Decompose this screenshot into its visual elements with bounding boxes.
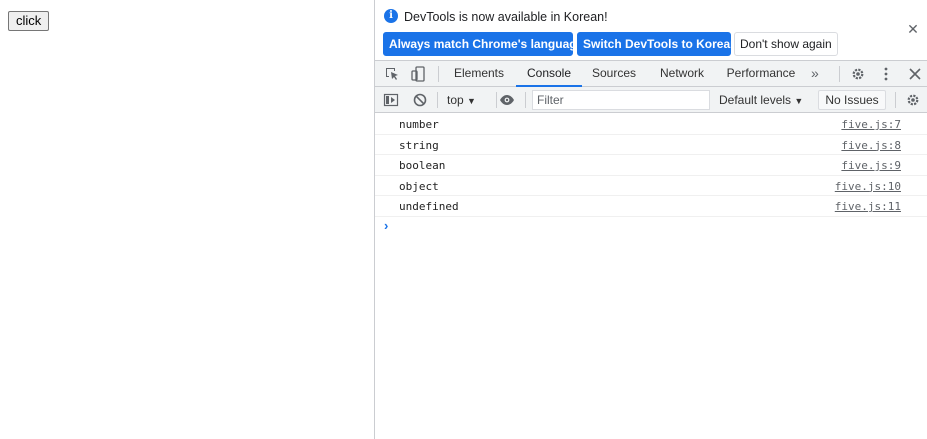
log-levels-dropdown[interactable]: Default levels ▼ [719, 91, 803, 109]
console-message: boolean five.js:9 [375, 155, 927, 176]
close-icon[interactable]: ✕ [907, 22, 919, 36]
issues-button[interactable]: No Issues [818, 90, 886, 110]
devtools-panel: i DevTools is now available in Korean! ✕… [374, 0, 927, 439]
filter-input[interactable] [532, 90, 710, 110]
inspect-element-icon[interactable] [384, 66, 400, 82]
inspected-page: click [0, 0, 374, 439]
click-button[interactable]: click [8, 11, 50, 31]
message-text: object [399, 179, 439, 193]
message-text: number [399, 118, 439, 131]
match-language-button[interactable]: Always match Chrome's language [383, 32, 583, 56]
console-message: string five.js:8 [375, 135, 927, 156]
message-text: boolean [399, 159, 446, 173]
message-source-link[interactable]: five.js:11 [835, 200, 901, 213]
message-source-link[interactable]: five.js:10 [835, 180, 901, 193]
infobar-message: DevTools is now available in Korean! [404, 10, 608, 24]
console-prompt-chevron-icon[interactable]: › [384, 219, 388, 233]
message-text: undefined [399, 200, 459, 214]
toolbar-divider [839, 66, 840, 82]
toolbar-divider [496, 92, 497, 108]
dropdown-arrow-icon: ▼ [794, 96, 804, 106]
tab-console[interactable]: Console [516, 61, 582, 87]
switch-korean-button[interactable]: Switch DevTools to Korean [577, 32, 737, 56]
language-infobar: i DevTools is now available in Korean! ✕… [375, 0, 927, 61]
tab-sources[interactable]: Sources [586, 61, 642, 87]
context-selector[interactable]: top ▼ [447, 91, 476, 109]
tab-elements[interactable]: Elements [447, 61, 511, 87]
console-toolbar: top ▼ Default levels ▼ No Issues [375, 87, 927, 113]
console-message: number five.js:7 [375, 114, 927, 135]
console-messages: number five.js:7 string five.js:8 boolea… [375, 114, 927, 217]
settings-gear-icon[interactable] [850, 66, 866, 82]
context-label: top [447, 93, 464, 107]
toolbar-divider [438, 66, 439, 82]
dont-show-again-button[interactable]: Don't show again [734, 32, 838, 56]
dropdown-arrow-icon: ▼ [467, 96, 476, 106]
message-source-link[interactable]: five.js:7 [841, 118, 901, 131]
message-source-link[interactable]: five.js:9 [841, 159, 901, 172]
kebab-menu-icon[interactable] [878, 66, 894, 82]
clear-console-icon[interactable] [412, 92, 428, 108]
message-text: string [399, 138, 439, 152]
toolbar-divider [437, 92, 438, 108]
main-toolbar: Elements Console Sources Network Perform… [375, 61, 927, 87]
tab-performance[interactable]: Performance [722, 61, 800, 87]
console-message: object five.js:10 [375, 176, 927, 197]
toolbar-divider [525, 92, 526, 108]
info-icon: i [384, 9, 398, 23]
device-toolbar-icon[interactable] [410, 66, 426, 82]
close-devtools-icon[interactable] [907, 66, 923, 82]
live-expression-eye-icon[interactable] [499, 92, 515, 108]
more-tabs-icon[interactable]: » [811, 61, 819, 87]
console-settings-gear-icon[interactable] [905, 92, 921, 108]
tab-network[interactable]: Network [652, 61, 712, 87]
message-source-link[interactable]: five.js:8 [841, 139, 901, 152]
sidebar-toggle-icon[interactable] [383, 92, 399, 108]
console-message: undefined five.js:11 [375, 196, 927, 217]
toolbar-divider [895, 92, 896, 108]
levels-label: Default levels [719, 93, 792, 107]
